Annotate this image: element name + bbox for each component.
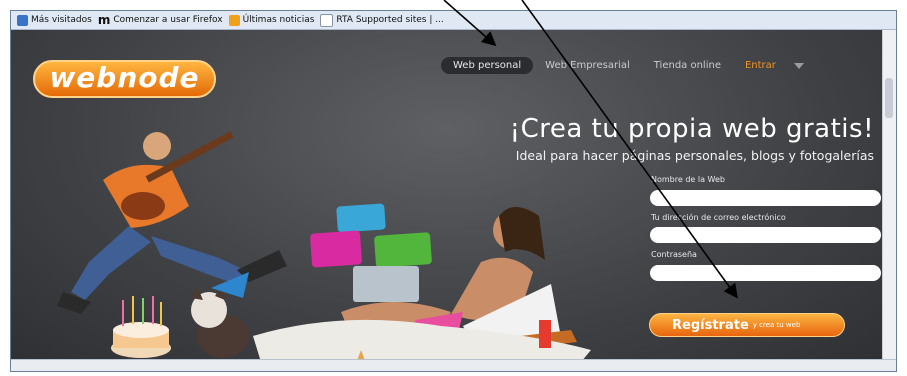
bookmark-icon bbox=[17, 14, 28, 26]
field-label-nombre: Nombre de la Web bbox=[651, 175, 725, 184]
register-button-label: Regístrate bbox=[672, 317, 749, 333]
cake-illustration bbox=[111, 296, 171, 358]
chevron-down-icon[interactable] bbox=[793, 62, 804, 69]
field-label-email: Tu dirección de correo electrónico bbox=[651, 212, 786, 222]
floating-app-icons bbox=[310, 203, 432, 302]
dog-illustration bbox=[191, 272, 249, 358]
web-name-input[interactable] bbox=[650, 189, 881, 206]
signup-form: Nombre de la Web Tu dirección de correo … bbox=[642, 175, 881, 288]
nav-tienda-online[interactable]: Tienda online bbox=[642, 57, 733, 74]
bookmarks-toolbar: Más visitados m Comenzar a usar Firefox … bbox=[11, 11, 896, 30]
rss-icon bbox=[228, 14, 240, 26]
page-icon bbox=[320, 13, 334, 27]
drink-illustration bbox=[539, 320, 551, 348]
scrollbar-thumb[interactable] bbox=[885, 78, 893, 118]
m-logo-icon: m bbox=[97, 13, 111, 27]
field-label-password: Contraseña bbox=[651, 250, 697, 259]
email-input[interactable] bbox=[650, 227, 881, 243]
bookmark-firefox[interactable]: m Comenzar a usar Firefox bbox=[98, 13, 223, 27]
guitarist-illustration bbox=[57, 131, 287, 314]
nav-entrar[interactable]: Entrar bbox=[733, 57, 788, 74]
register-button[interactable]: Regístrate y crea tu web bbox=[649, 313, 845, 337]
bookmark-mas-visitados[interactable]: Más visitados bbox=[17, 14, 92, 26]
vertical-scrollbar[interactable] bbox=[882, 30, 896, 362]
register-button-sublabel: y crea tu web bbox=[752, 321, 801, 329]
browser-window: Más visitados m Comenzar a usar Firefox … bbox=[10, 10, 897, 372]
webnode-page: webnode Web personal Web Empresarial Tie… bbox=[11, 30, 884, 362]
password-input[interactable] bbox=[650, 264, 881, 281]
bookmark-noticias[interactable]: Últimas noticias bbox=[228, 14, 314, 26]
status-bar bbox=[11, 359, 896, 371]
hero-illustration bbox=[57, 131, 591, 362]
bookmark-rta[interactable]: RTA Supported sites | ... bbox=[320, 13, 444, 27]
